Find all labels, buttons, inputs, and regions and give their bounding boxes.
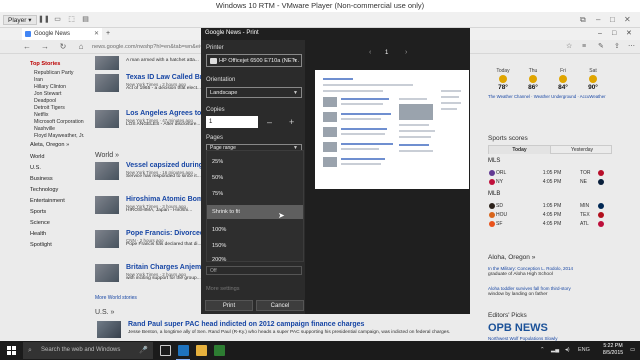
scale-option-selected[interactable]: Shrink to fit ➤ [207, 205, 303, 220]
search-placeholder: Search the web and Windows [41, 347, 121, 353]
page-number: 1 [385, 50, 389, 56]
printer-select[interactable]: HP Officejet 6500 E710a (NET... ▼ [206, 54, 302, 67]
scale-option[interactable]: 50% [207, 171, 303, 185]
pause-icon[interactable]: ❚❚ [38, 15, 50, 25]
orientation-select[interactable]: Landscape ▼ [206, 87, 302, 98]
google-news-favicon-icon [25, 31, 31, 37]
print-dialog-title: Google News - Print [205, 30, 259, 36]
vm-close-icon[interactable]: ✕ [624, 14, 631, 25]
print-button[interactable]: Print [205, 300, 253, 311]
volume-icon[interactable]: ◂) [565, 341, 570, 360]
clock-time: 5:22 PM [603, 343, 623, 349]
scale-option[interactable]: 25% [207, 155, 303, 169]
browser-maximize-icon[interactable]: □ [612, 28, 616, 40]
taskbar-search-box[interactable]: ⌕ Search the web and Windows 🎤 [23, 342, 153, 359]
input-language[interactable]: ENG [578, 341, 590, 360]
file-explorer-icon[interactable] [196, 345, 207, 356]
print-preview-page [315, 70, 469, 189]
start-button[interactable] [0, 341, 22, 360]
browser-close-icon[interactable]: ✕ [626, 28, 632, 40]
close-tab-icon[interactable]: ✕ [94, 28, 99, 40]
headers-select[interactable]: Off [206, 266, 302, 275]
pages-label: Pages [206, 135, 224, 141]
task-view-icon[interactable] [160, 345, 171, 356]
mouse-cursor-icon: ➤ [278, 211, 285, 220]
scale-option[interactable]: 75% [207, 187, 303, 201]
scale-option[interactable]: 200% [207, 255, 303, 265]
copies-input[interactable]: 1 [206, 116, 258, 128]
clock-date: 8/5/2015 [602, 350, 624, 356]
scale-option[interactable]: 100% [207, 223, 303, 237]
windows-logo-icon [7, 346, 16, 355]
print-dialog: Google News - Print Printer HP Officejet… [201, 28, 470, 314]
vmware-toolbar: Player ▾ ❚❚ ▭ ⬚ ▤ ⧉ – □ ✕ [0, 12, 640, 28]
taskbar-clock[interactable]: 5:22 PM 8/5/2015 [598, 343, 628, 357]
copies-label: Copies [206, 107, 225, 113]
browser-minimize-icon[interactable]: – [598, 28, 602, 40]
search-icon: ⌕ [28, 347, 32, 354]
player-menu-label: Player [8, 17, 27, 24]
unity-icon[interactable]: ▤ [80, 15, 91, 25]
print-preview-panel: ‹ 1 › [305, 40, 470, 314]
tab-google-news[interactable]: Google News ✕ [22, 28, 102, 40]
copies-increment-icon[interactable]: + [289, 116, 294, 128]
chevron-down-icon: ▼ [293, 90, 298, 96]
tab-title: Google News [34, 31, 71, 37]
copies-decrement-icon[interactable]: – [267, 116, 272, 128]
next-page-icon[interactable]: › [405, 49, 407, 56]
vm-usb-icon[interactable]: ⧉ [580, 14, 586, 25]
store-icon[interactable] [214, 345, 225, 356]
windows-taskbar: ⌕ Search the web and Windows 🎤 ⌃ ▂▄ ◂) E… [0, 341, 640, 360]
cancel-button[interactable]: Cancel [256, 300, 304, 311]
scale-option[interactable]: 150% [207, 239, 303, 253]
vmware-title-bar: Windows 10 RTM - VMware Player (Non-comm… [0, 0, 640, 12]
more-settings-link[interactable]: More settings [206, 286, 240, 292]
printer-label: Printer [206, 45, 224, 51]
action-center-icon[interactable]: ▭ [630, 341, 635, 360]
fullscreen-icon[interactable]: ⬚ [66, 15, 77, 25]
printer-icon [210, 58, 217, 64]
network-icon[interactable]: ▂▄ [551, 341, 559, 360]
previous-page-icon[interactable]: ‹ [369, 49, 371, 56]
computer-icon[interactable]: ▭ [52, 15, 63, 25]
print-settings-panel: Printer HP Officejet 6500 E710a (NET... ▼… [201, 40, 305, 314]
vm-minimize-icon[interactable]: – [596, 14, 600, 25]
chevron-down-icon: ▼ [293, 58, 298, 64]
orientation-label: Orientation [206, 77, 236, 83]
tray-expand-icon[interactable]: ⌃ [540, 341, 545, 360]
vmware-player-menu[interactable]: Player ▾ [3, 15, 37, 25]
new-tab-icon[interactable]: + [106, 28, 110, 40]
scale-dropdown-menu: 25% 50% 75% Shrink to fit ➤ 100% 150% 20… [206, 150, 304, 265]
microphone-icon[interactable]: 🎤 [139, 342, 148, 359]
edge-taskbar-icon[interactable] [178, 345, 189, 356]
vm-maximize-icon[interactable]: □ [610, 14, 615, 25]
